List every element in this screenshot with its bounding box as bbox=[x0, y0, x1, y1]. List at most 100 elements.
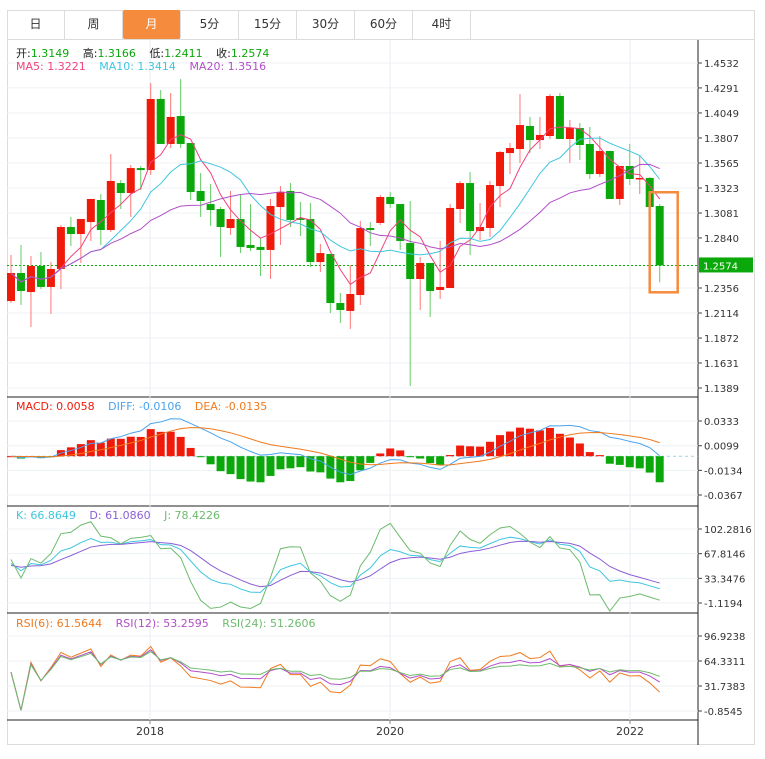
candle-body bbox=[66, 226, 75, 235]
price-tick-label: 1.1872 bbox=[704, 334, 739, 345]
x-tick-label: 2018 bbox=[136, 725, 164, 738]
candle-body bbox=[605, 150, 614, 199]
candle bbox=[7, 255, 15, 303]
price-tick-label: 1.2840 bbox=[704, 234, 739, 245]
candle-body bbox=[36, 265, 45, 287]
macd-bar bbox=[166, 431, 175, 457]
candle-body bbox=[176, 116, 185, 144]
candle bbox=[16, 244, 25, 305]
candle-body bbox=[406, 243, 415, 280]
candle-body bbox=[615, 165, 624, 199]
macd-bar bbox=[615, 456, 624, 465]
candle-body bbox=[386, 197, 395, 205]
rsi12-value: RSI(12): 53.2595 bbox=[115, 617, 209, 630]
candle-body bbox=[496, 152, 505, 187]
macd-tick-label: 0.0333 bbox=[704, 417, 739, 428]
candle bbox=[196, 173, 205, 217]
candle-body bbox=[306, 219, 315, 263]
candle-body bbox=[515, 125, 524, 150]
macd-bar bbox=[266, 456, 275, 476]
candle-body bbox=[196, 191, 205, 202]
diff-value: DIFF: -0.0106 bbox=[108, 400, 182, 413]
candle bbox=[535, 116, 544, 150]
candle-body bbox=[136, 168, 145, 171]
k-value: K: 66.8649 bbox=[16, 509, 76, 522]
candle-body bbox=[186, 143, 195, 193]
candle-body bbox=[216, 209, 225, 227]
candle-body bbox=[416, 262, 425, 280]
candle bbox=[396, 204, 405, 250]
close-value: 1.2574 bbox=[230, 47, 270, 60]
rsi-tick-label: -0.8545 bbox=[704, 707, 743, 718]
rsi6-value: RSI(6): 61.5644 bbox=[16, 617, 103, 630]
candle-body bbox=[56, 226, 65, 269]
macd-bar bbox=[206, 456, 215, 465]
macd-tick-label: 0.0099 bbox=[704, 442, 739, 453]
macd-bar bbox=[416, 456, 425, 459]
kdj-tick-label: -1.1194 bbox=[704, 599, 743, 610]
d-value: D: 61.0860 bbox=[89, 509, 151, 522]
price-tick-label: 1.4291 bbox=[704, 84, 739, 95]
candle-body bbox=[555, 95, 564, 139]
candle-body bbox=[356, 228, 365, 296]
candle-body bbox=[525, 125, 534, 141]
low-value: 1.2411 bbox=[164, 47, 203, 60]
open-label: 开: bbox=[16, 47, 31, 60]
candle bbox=[376, 195, 385, 226]
low-label: 低: bbox=[149, 47, 165, 60]
macd-bar bbox=[86, 440, 95, 457]
candle bbox=[456, 180, 465, 223]
candle bbox=[466, 171, 475, 256]
candle-body bbox=[426, 262, 435, 291]
candle bbox=[426, 262, 435, 317]
macd-bar bbox=[396, 450, 405, 457]
macd-bar bbox=[565, 437, 574, 457]
candle bbox=[595, 136, 604, 178]
price-tick-label: 1.1631 bbox=[704, 359, 739, 370]
stock-chart[interactable]: 2018 2020 2022 1.4532 1.4291 1.4049 1.3807 1.35… bbox=[0, 0, 765, 759]
macd-bar bbox=[216, 456, 225, 472]
macd-bar bbox=[186, 447, 195, 457]
rsi-legend: RSI(6): 61.5644 RSI(12): 53.2595 RSI(24)… bbox=[16, 617, 325, 630]
macd-bar bbox=[116, 438, 125, 457]
candle-body bbox=[655, 206, 664, 266]
candle bbox=[356, 220, 365, 305]
price-tick-label: 1.3807 bbox=[704, 134, 739, 145]
candle-body bbox=[276, 192, 285, 208]
macd-bar bbox=[426, 456, 435, 464]
candle-body bbox=[585, 143, 594, 175]
k-line bbox=[10, 536, 660, 593]
candle-body bbox=[106, 180, 115, 230]
macd-bar bbox=[376, 453, 385, 457]
candle bbox=[216, 207, 225, 257]
ma5-value: MA5: 1.3221 bbox=[16, 60, 86, 73]
price-tick-label: 1.1389 bbox=[704, 384, 739, 395]
macd-value: MACD: 0.0058 bbox=[16, 400, 95, 413]
macd-bar bbox=[176, 436, 185, 457]
candle-body bbox=[116, 183, 125, 193]
candle-body bbox=[206, 204, 215, 211]
macd-bar bbox=[625, 456, 634, 468]
macd-bar bbox=[386, 448, 395, 457]
candle bbox=[386, 192, 395, 208]
candle-body bbox=[456, 183, 465, 210]
rsi-tick-label: 64.3311 bbox=[704, 657, 745, 668]
last-price-label: 1.2574 bbox=[703, 261, 738, 272]
ma20-value: MA20: 1.3516 bbox=[189, 60, 267, 73]
candle-body bbox=[436, 286, 445, 290]
macd-bar bbox=[466, 446, 475, 457]
candle bbox=[126, 165, 135, 217]
candle-body bbox=[376, 197, 385, 223]
macd-bar bbox=[635, 456, 644, 469]
candle bbox=[186, 143, 195, 201]
rsi-tick-label: 96.9238 bbox=[704, 632, 745, 643]
candle bbox=[655, 204, 664, 283]
candle bbox=[136, 165, 145, 190]
price-tick-label: 1.2356 bbox=[704, 284, 739, 295]
ohlc-legend: 开:1.3149 高:1.3166 低:1.2411 收:1.2574 bbox=[16, 45, 279, 61]
candle bbox=[106, 153, 115, 232]
macd-bar bbox=[196, 456, 205, 458]
kdj-legend: K: 66.8649 D: 61.0860 J: 78.4226 bbox=[16, 509, 230, 522]
candle bbox=[36, 252, 45, 290]
macd-bar bbox=[456, 445, 465, 457]
